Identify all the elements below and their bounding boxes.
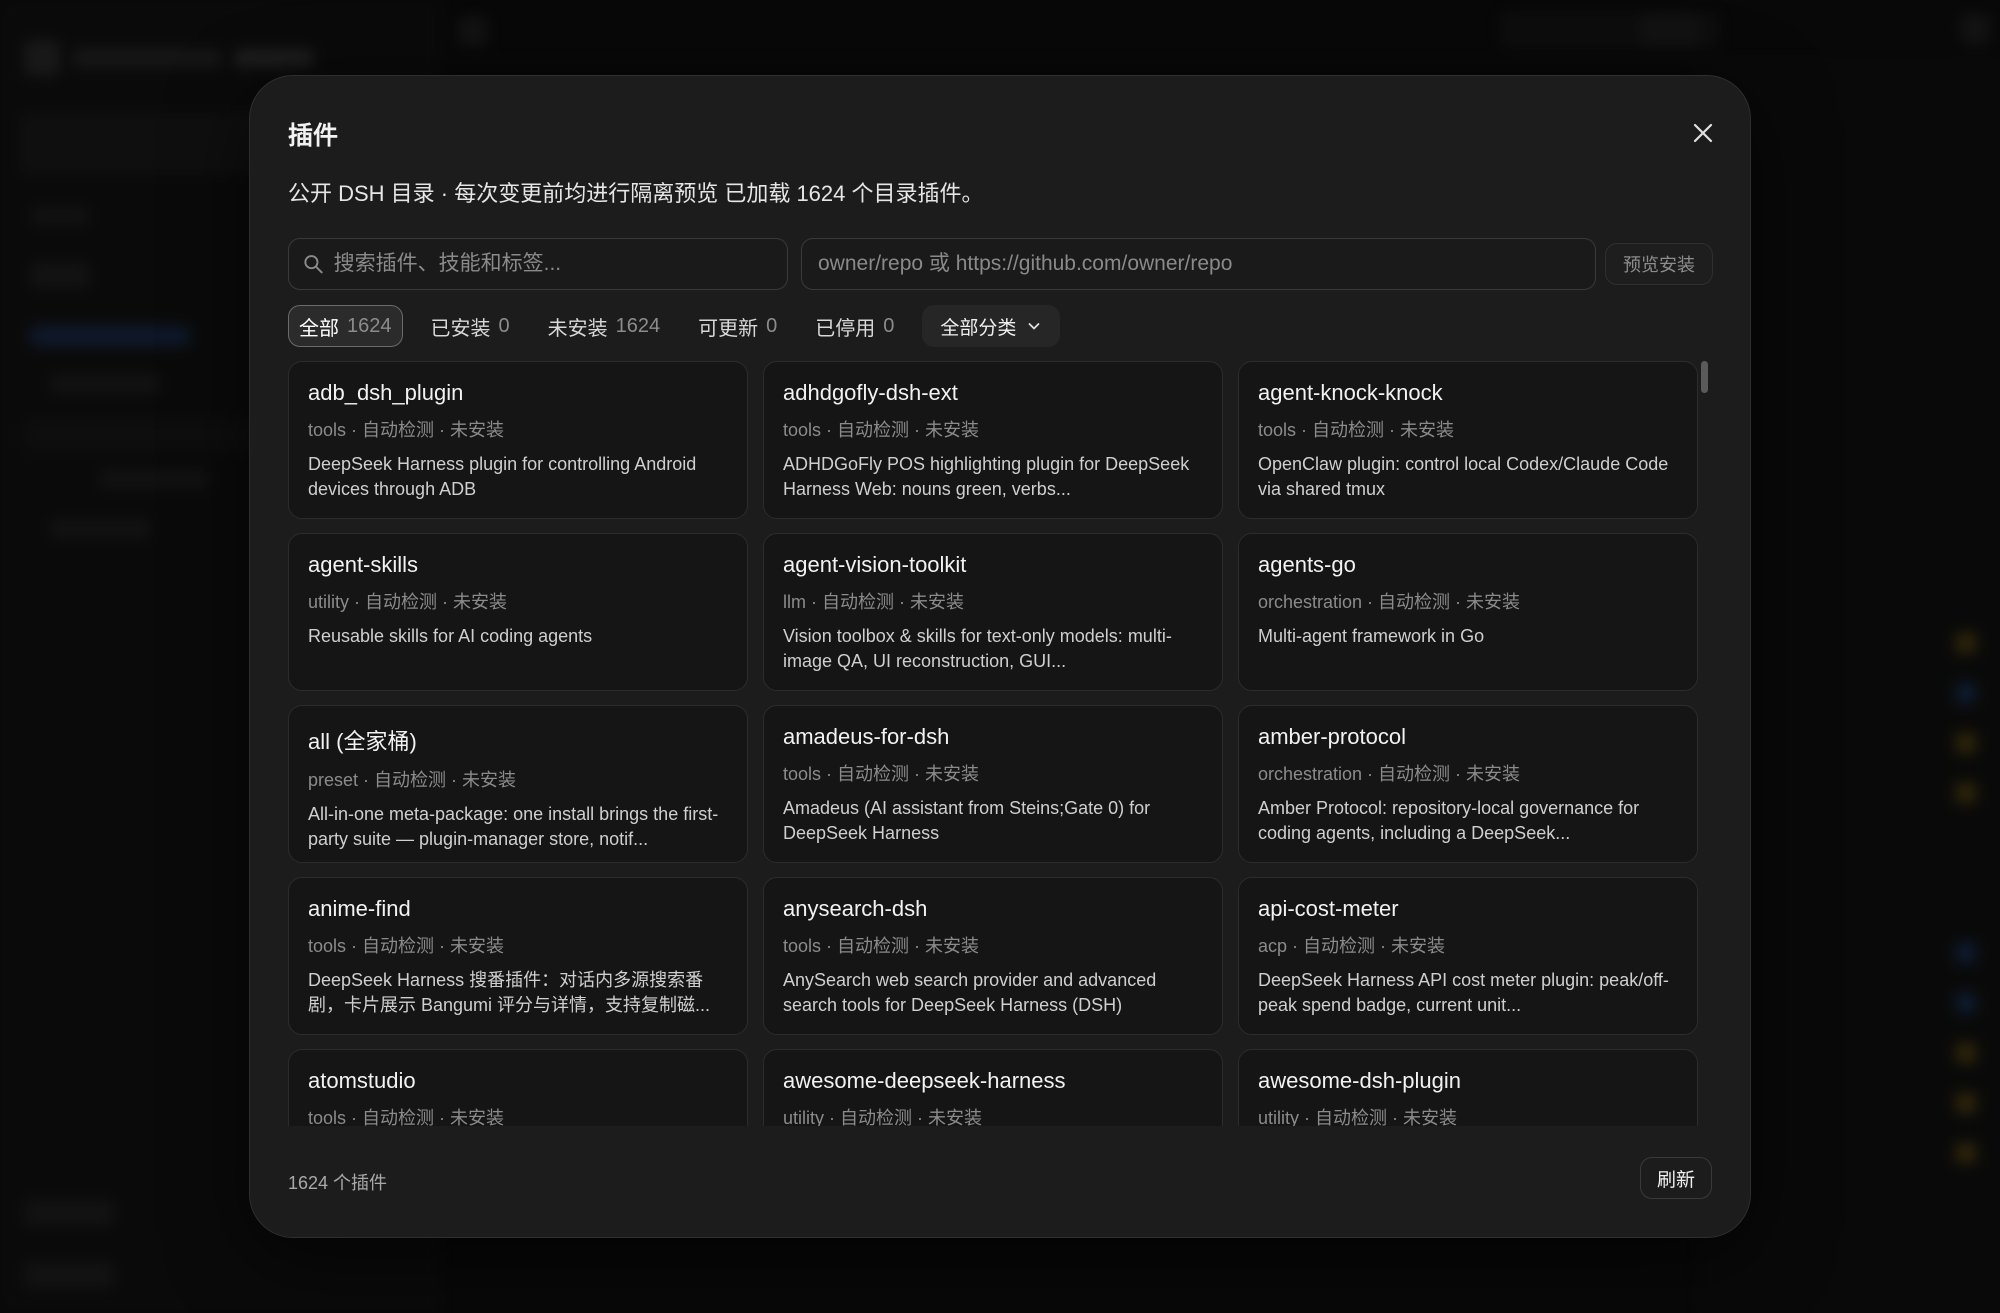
plugin-meta: acp · 自动检测 · 未安装 <box>1258 936 1446 956</box>
plugin-description: Vision toolbox & skills for text-only mo… <box>783 626 1172 671</box>
refresh-button[interactable]: 刷新 <box>1640 1157 1712 1199</box>
plugin-name: awesome-dsh-plugin <box>1258 1068 1461 1093</box>
plugin-name: amadeus-for-dsh <box>783 724 950 749</box>
plugin-card[interactable]: atomstudio tools · 自动检测 · 未安装 <box>288 1049 748 1126</box>
plugin-card[interactable]: api-cost-meter acp · 自动检测 · 未安装 DeepSeek… <box>1238 877 1698 1035</box>
filter-tab-count: 0 <box>883 314 895 337</box>
plugin-description: All-in-one meta-package: one install bri… <box>308 804 719 849</box>
plugin-search-input[interactable] <box>333 252 787 276</box>
filter-tab-disabled[interactable]: 已停用 0 <box>805 305 904 347</box>
plugin-name: agents-go <box>1258 552 1356 577</box>
plugin-card[interactable]: adhdgofly-dsh-ext tools · 自动检测 · 未安装 ADH… <box>763 361 1223 519</box>
plugin-card[interactable]: agents-go orchestration · 自动检测 · 未安装 Mul… <box>1238 533 1698 691</box>
plugin-card[interactable]: anysearch-dsh tools · 自动检测 · 未安装 AnySear… <box>763 877 1223 1035</box>
filter-tab-count: 1624 <box>615 314 661 337</box>
plugin-search-field[interactable] <box>288 238 788 290</box>
filter-tab-updatable[interactable]: 可更新 0 <box>688 305 787 347</box>
plugin-description: AnySearch web search provider and advanc… <box>783 970 1157 1015</box>
plugin-name: agent-skills <box>308 552 419 577</box>
search-icon <box>304 255 323 274</box>
repo-url-input[interactable] <box>818 252 1595 276</box>
plugin-name: adhdgofly-dsh-ext <box>783 380 958 405</box>
preview-install-button[interactable]: 预览安装 <box>1605 243 1713 285</box>
plugin-name: awesome-deepseek-harness <box>783 1068 1066 1093</box>
plugins-dialog: 插件 公开 DSH 目录 · 每次变更前均进行隔离预览 已加载 1624 个目录… <box>249 75 1751 1238</box>
close-icon <box>1693 123 1713 143</box>
plugin-description: Reusable skills for AI coding agents <box>308 626 593 646</box>
filter-tab-not-installed[interactable]: 未安装 1624 <box>538 305 671 347</box>
plugin-name: agent-knock-knock <box>1258 380 1443 405</box>
plugin-description: DeepSeek Harness API cost meter plugin: … <box>1258 970 1669 1015</box>
filter-tabs: 全部 1624 已安装 0 未安装 1624 可更新 0 已停用 0 全部分类 <box>288 304 1061 348</box>
plugin-name: agent-vision-toolkit <box>783 552 967 577</box>
plugin-name: anysearch-dsh <box>783 896 928 921</box>
plugin-meta: tools · 自动检测 · 未安装 <box>308 1108 505 1126</box>
plugin-meta: utility · 自动检测 · 未安装 <box>308 592 508 612</box>
plugin-card[interactable]: anime-find tools · 自动检测 · 未安装 DeepSeek H… <box>288 877 748 1035</box>
plugin-card[interactable]: awesome-dsh-plugin utility · 自动检测 · 未安装 <box>1238 1049 1698 1126</box>
plugin-meta: tools · 自动检测 · 未安装 <box>1258 420 1455 440</box>
plugin-meta: utility · 自动检测 · 未安装 <box>1258 1108 1458 1126</box>
plugin-name: atomstudio <box>308 1068 416 1093</box>
filter-tab-count: 0 <box>498 314 510 337</box>
plugin-meta: tools · 自动检测 · 未安装 <box>308 420 505 440</box>
close-button[interactable] <box>1686 116 1720 150</box>
filter-tab-label: 已停用 <box>815 317 876 340</box>
plugin-card[interactable]: agent-knock-knock tools · 自动检测 · 未安装 Ope… <box>1238 361 1698 519</box>
chevron-down-icon <box>1028 323 1040 330</box>
plugin-meta: tools · 自动检测 · 未安装 <box>308 936 505 956</box>
plugin-name: api-cost-meter <box>1258 896 1399 921</box>
plugin-card[interactable]: amadeus-for-dsh tools · 自动检测 · 未安装 Amade… <box>763 705 1223 863</box>
plugin-description: Amber Protocol: repository-local governa… <box>1258 798 1640 843</box>
filter-tab-label: 可更新 <box>698 317 759 340</box>
filter-tab-label: 全部 <box>299 317 339 340</box>
plugin-meta: orchestration · 自动检测 · 未安装 <box>1258 764 1521 784</box>
plugin-meta: utility · 自动检测 · 未安装 <box>783 1108 983 1126</box>
plugin-name: adb_dsh_plugin <box>308 380 464 405</box>
plugin-list-scrollbar[interactable] <box>1701 361 1708 393</box>
plugin-meta: tools · 自动检测 · 未安装 <box>783 936 980 956</box>
plugin-description: Multi-agent framework in Go <box>1258 626 1485 646</box>
filter-tab-installed[interactable]: 已安装 0 <box>421 305 520 347</box>
plugin-card[interactable]: agent-vision-toolkit llm · 自动检测 · 未安装 Vi… <box>763 533 1223 691</box>
plugin-grid: adb_dsh_plugin tools · 自动检测 · 未安装 DeepSe… <box>288 361 1708 1126</box>
plugin-meta: llm · 自动检测 · 未安装 <box>783 592 964 612</box>
plugin-description: Amadeus (AI assistant from Steins;Gate 0… <box>783 798 1151 843</box>
filter-tab-count: 0 <box>766 314 778 337</box>
plugin-name: amber-protocol <box>1258 724 1406 749</box>
plugin-list[interactable]: adb_dsh_plugin tools · 自动检测 · 未安装 DeepSe… <box>288 361 1708 1126</box>
category-dropdown-label: 全部分类 <box>940 317 1017 339</box>
plugin-card[interactable]: agent-skills utility · 自动检测 · 未安装 Reusab… <box>288 533 748 691</box>
filter-tab-label: 未安装 <box>547 317 608 340</box>
plugin-name: anime-find <box>308 896 411 921</box>
plugin-card[interactable]: amber-protocol orchestration · 自动检测 · 未安… <box>1238 705 1698 863</box>
filter-tab-count: 1624 <box>347 314 392 337</box>
plugin-description: DeepSeek Harness plugin for controlling … <box>308 454 697 499</box>
category-dropdown[interactable]: 全部分类 <box>922 305 1061 347</box>
dialog-title: 插件 <box>288 122 339 150</box>
plugin-meta: orchestration · 自动检测 · 未安装 <box>1258 592 1521 612</box>
plugin-description: DeepSeek Harness 搜番插件：对话内多源搜索番剧，卡片展示 Ban… <box>308 970 711 1015</box>
plugin-card[interactable]: awesome-deepseek-harness utility · 自动检测 … <box>763 1049 1223 1126</box>
plugin-description: ADHDGoFly POS highlighting plugin for De… <box>783 454 1190 499</box>
plugin-meta: preset · 自动检测 · 未安装 <box>308 770 517 790</box>
plugin-description: OpenClaw plugin: control local Codex/Cla… <box>1258 454 1669 499</box>
dialog-subtitle: 公开 DSH 目录 · 每次变更前均进行隔离预览 已加载 1624 个目录插件。 <box>288 181 984 206</box>
plugin-meta: tools · 自动检测 · 未安装 <box>783 764 980 784</box>
plugin-name: all (全家桶) <box>308 729 417 754</box>
plugin-meta: tools · 自动检测 · 未安装 <box>783 420 980 440</box>
filter-tab-all[interactable]: 全部 1624 <box>288 305 403 347</box>
plugin-total-count: 1624 个插件 <box>288 1173 388 1193</box>
repo-url-field[interactable] <box>801 238 1596 290</box>
plugin-card[interactable]: all (全家桶) preset · 自动检测 · 未安装 All-in-one… <box>288 705 748 863</box>
plugin-card[interactable]: adb_dsh_plugin tools · 自动检测 · 未安装 DeepSe… <box>288 361 748 519</box>
filter-tab-label: 已安装 <box>430 317 491 340</box>
